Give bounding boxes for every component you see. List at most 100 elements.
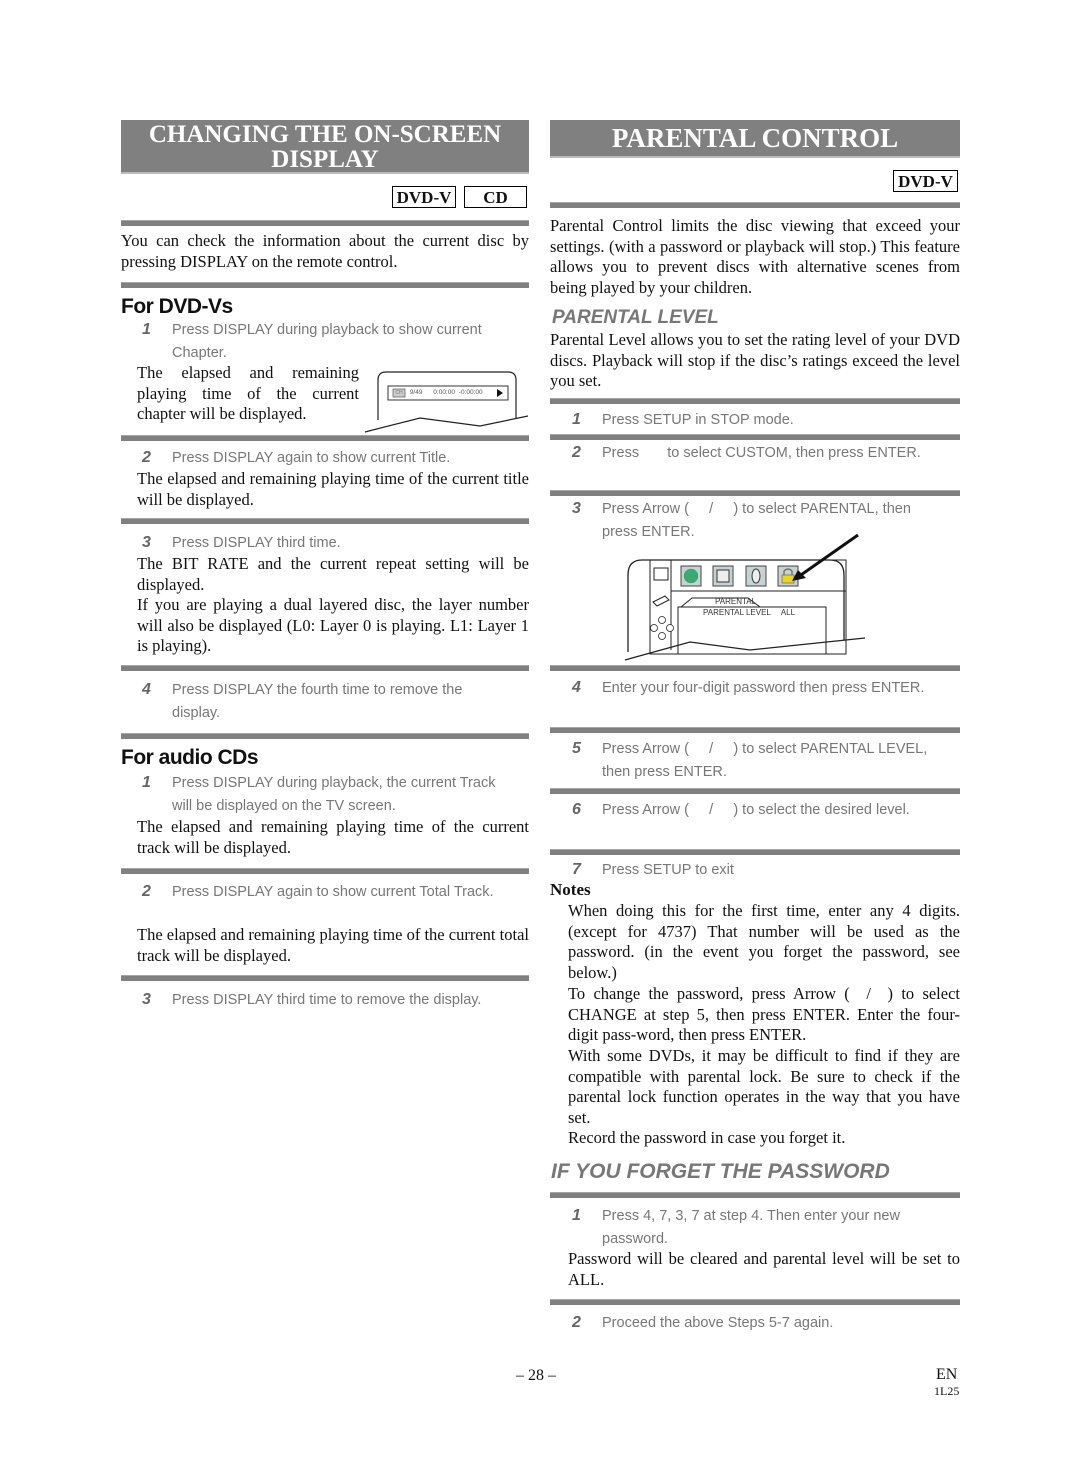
- step-text: Press DISPLAY during playback, the curre…: [172, 775, 496, 814]
- step-number: 3: [572, 500, 581, 517]
- divider: [121, 665, 529, 671]
- divider: [121, 282, 529, 288]
- dvd-step-2: 2 Press DISPLAY again to show current Ti…: [142, 447, 532, 470]
- cd-section-heading: For audio CDs: [121, 746, 259, 769]
- dvd-step-3-desc: The BIT RATE and the current repeat sett…: [137, 554, 529, 594]
- parental-step-6: 6 Press Arrow ( / ) to select the desire…: [572, 799, 942, 822]
- notes-heading: Notes: [550, 880, 591, 899]
- remote-arrows-icon: [650, 616, 674, 640]
- step-text: Press to select CUSTOM, then press ENTER…: [602, 445, 921, 461]
- step-text: Press DISPLAY during playback to show cu…: [172, 322, 482, 361]
- dvd-step-1: 1 Press DISPLAY during playback to show …: [142, 319, 482, 364]
- divider: [550, 490, 960, 496]
- dvd-v-badge-right: DVD-V: [893, 170, 958, 192]
- left-intro: You can check the information about the …: [121, 231, 529, 271]
- dvd-step-3: 3 Press DISPLAY third time.: [142, 532, 532, 555]
- cd-step-1-desc: The elapsed and remaining playing time o…: [137, 817, 529, 857]
- cd-badge: CD: [464, 186, 527, 208]
- parental-step-5: 5 Press Arrow ( / ) to select PARENTAL L…: [572, 738, 942, 783]
- parental-step-4: 4 Enter your four-digit password then pr…: [572, 677, 932, 700]
- dvd-step-2-desc: The elapsed and remaining playing time o…: [137, 469, 529, 509]
- step-number: 2: [142, 449, 151, 466]
- note-3: With some DVDs, it may be difficult to f…: [568, 1046, 960, 1128]
- note-2: To change the password, press Arrow ( / …: [568, 984, 965, 1045]
- divider: [121, 733, 529, 739]
- step-text: Press DISPLAY again to show current Titl…: [172, 450, 451, 466]
- step-number: 2: [142, 883, 151, 900]
- divider: [550, 398, 960, 404]
- dvd-step-3-desc2: If you are playing a dual layered disc, …: [137, 595, 529, 656]
- step-text: Press SETUP to exit: [602, 862, 734, 878]
- step-text: Press Arrow ( / ) to select the desired …: [602, 802, 910, 818]
- dvd-section-heading: For DVD-Vs: [121, 295, 233, 318]
- forget-step-1: 1 Press 4, 7, 3, 7 at step 4. Then enter…: [572, 1205, 932, 1250]
- parental-step-2: 2 Press to select CUSTOM, then press ENT…: [572, 442, 932, 465]
- osd-remaining: -0:00:00: [458, 389, 483, 396]
- step-number: 4: [142, 681, 151, 698]
- left-title-line1: CHANGING THE ON-SCREEN: [148, 121, 502, 148]
- step-text: Press DISPLAY third time to remove the d…: [172, 992, 482, 1008]
- step-text: Press DISPLAY third time.: [172, 535, 341, 551]
- step-number: 5: [572, 740, 581, 757]
- osd-display-illustration: [364, 371, 529, 433]
- player-icon: [652, 595, 670, 607]
- parental-level-intro: Parental Level allows you to set the rat…: [550, 330, 960, 391]
- parental-step-1: 1 Press SETUP in STOP mode.: [572, 409, 952, 432]
- step-text: Press DISPLAY again to show current Tota…: [172, 884, 494, 900]
- step-number: 1: [572, 411, 581, 428]
- step-number: 3: [142, 534, 151, 551]
- menu-row-value: ALL: [780, 608, 796, 617]
- model-code: 1L25: [934, 1384, 960, 1398]
- divider: [550, 434, 960, 440]
- divider: [550, 1299, 960, 1305]
- step-number: 1: [142, 321, 151, 338]
- pointer-arrow-icon: [797, 533, 859, 579]
- divider: [550, 1192, 960, 1198]
- step-number: 7: [572, 861, 581, 878]
- step-number: 4: [572, 679, 581, 696]
- language-code: EN: [936, 1366, 958, 1383]
- cd-step-2-desc: The elapsed and remaining playing time o…: [137, 925, 529, 965]
- cd-step-2: 2 Press DISPLAY again to show current To…: [142, 881, 512, 904]
- cd-step-1: 1 Press DISPLAY during playback, the cur…: [142, 772, 517, 817]
- parental-level-heading: PARENTAL LEVEL: [552, 307, 719, 328]
- step-text: Enter your four-digit password then pres…: [602, 680, 925, 696]
- divider: [550, 727, 960, 733]
- step-text: Press DISPLAY the fourth time to remove …: [172, 682, 463, 721]
- parental-step-7: 7 Press SETUP to exit: [572, 859, 932, 882]
- tv-icon: [653, 567, 669, 581]
- divider: [550, 665, 960, 671]
- forget-step-1-desc: Password will be cleared and parental le…: [568, 1249, 960, 1289]
- divider: [550, 202, 960, 208]
- dvd-step-4: 4 Press DISPLAY the fourth time to remov…: [142, 679, 502, 724]
- step-number: 3: [142, 991, 151, 1008]
- left-title-line2: DISPLAY: [271, 146, 379, 173]
- left-section-title: CHANGING THE ON-SCREEN DISPLAY: [121, 120, 529, 174]
- menu-row: PARENTAL LEVEL ALL: [703, 608, 795, 617]
- osd-readout: CH 9/49 0:00:00 -0:00:00: [393, 388, 483, 398]
- dvd-v-badge: DVD-V: [392, 186, 456, 208]
- step-text: Proceed the above Steps 5-7 again.: [602, 1315, 834, 1331]
- divider: [121, 868, 529, 874]
- step-text: Press 4, 7, 3, 7 at step 4. Then enter y…: [602, 1208, 900, 1247]
- cd-step-3: 3 Press DISPLAY third time to remove the…: [142, 989, 512, 1012]
- divider: [121, 435, 529, 441]
- step-number: 2: [572, 1314, 581, 1331]
- page-number: – 28 –: [516, 1367, 556, 1384]
- osd-chapter-icon: CH: [395, 390, 403, 396]
- divider: [121, 220, 529, 226]
- forget-password-heading: IF YOU FORGET THE PASSWORD: [551, 1160, 890, 1183]
- menu-tab-label: PARENTAL: [715, 597, 757, 606]
- note-1: When doing this for the first time, ente…: [568, 901, 960, 983]
- step-text: Press SETUP in STOP mode.: [602, 412, 794, 428]
- right-section-title: PARENTAL CONTROL: [550, 120, 960, 158]
- divider: [121, 975, 529, 981]
- menu-row-label: PARENTAL LEVEL: [703, 608, 771, 617]
- step-number: 1: [142, 774, 151, 791]
- osd-chapter-value: 9/49: [409, 389, 423, 396]
- step-number: 6: [572, 801, 581, 818]
- step-text: Press Arrow ( / ) to select PARENTAL LEV…: [602, 741, 932, 780]
- divider: [121, 518, 529, 524]
- dvd-step-1-desc: The elapsed and remaining playing time o…: [137, 363, 359, 424]
- right-intro: Parental Control limits the disc viewing…: [550, 216, 960, 298]
